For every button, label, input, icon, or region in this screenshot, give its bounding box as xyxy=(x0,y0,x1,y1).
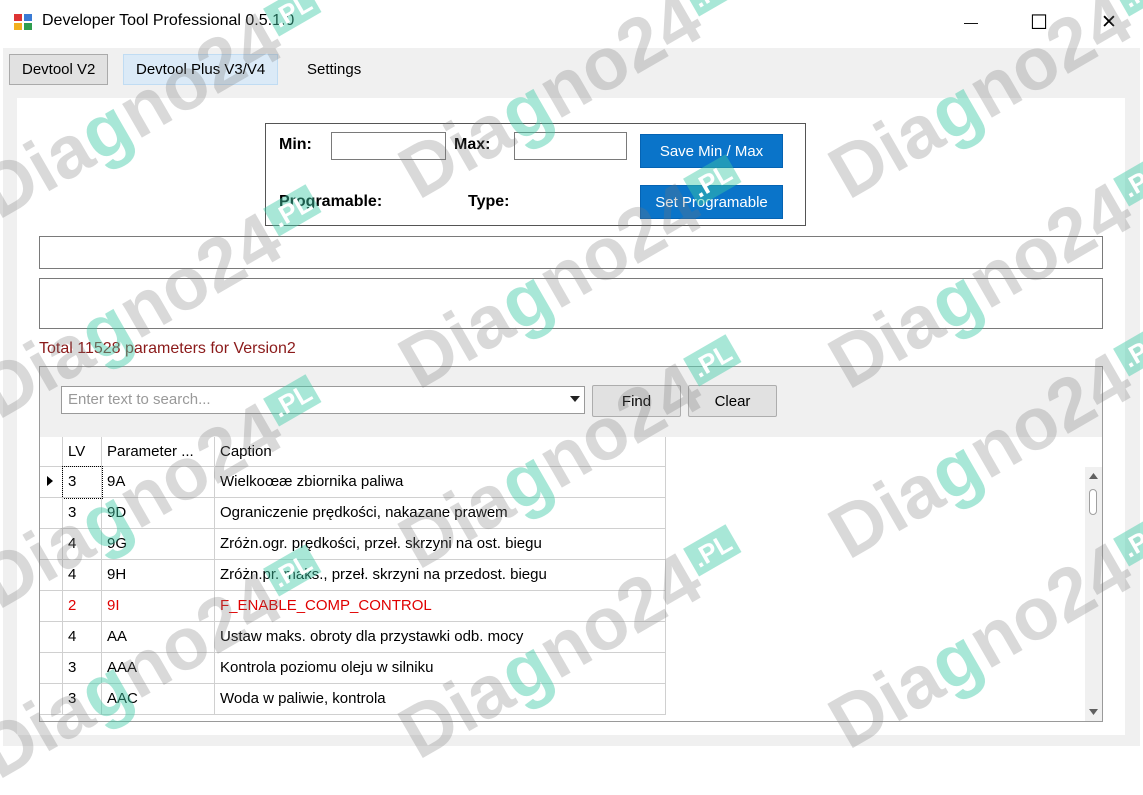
description-field[interactable] xyxy=(39,236,1103,269)
column-header-parameter[interactable]: Parameter ... xyxy=(102,437,215,467)
cell-lv[interactable]: 3 xyxy=(62,466,103,499)
maximize-icon: ☐ xyxy=(1030,11,1048,34)
cell-parameter[interactable]: 9A xyxy=(102,467,215,498)
cell-lv[interactable]: 3 xyxy=(63,684,102,715)
vertical-scrollbar[interactable] xyxy=(1085,467,1102,721)
tab-devtool-plus[interactable]: Devtool Plus V3/V4 xyxy=(123,54,279,85)
cell-caption[interactable]: F_ENABLE_COMP_CONTROL xyxy=(215,591,666,622)
clear-label: Clear xyxy=(714,392,751,410)
row-indicator[interactable] xyxy=(40,653,63,684)
tab-label: Devtool V2 xyxy=(22,61,96,78)
programable-label: Programable: xyxy=(279,193,383,210)
cell-lv[interactable]: 4 xyxy=(63,529,102,560)
cell-lv[interactable]: 4 xyxy=(63,560,102,591)
table-row[interactable]: 3 9D Ograniczenie prędkości, nakazane praw… xyxy=(40,498,666,529)
min-label: Min: xyxy=(279,136,312,153)
close-icon: ✕ xyxy=(1101,11,1117,33)
cell-caption[interactable]: Woda w paliwie, kontrola xyxy=(215,684,666,715)
cell-parameter[interactable]: AA xyxy=(102,622,215,653)
tab-label: Settings xyxy=(307,61,362,78)
cell-parameter[interactable]: 9D xyxy=(102,498,215,529)
scroll-up-icon[interactable] xyxy=(1089,473,1098,479)
table-row[interactable]: 3 9A Wielkoœæ zbiornika paliwa xyxy=(40,466,666,499)
find-label: Find xyxy=(621,392,652,410)
save-min-max-button[interactable]: Save Min / Max xyxy=(640,134,783,168)
cell-parameter[interactable]: 9I xyxy=(102,591,215,622)
cell-caption[interactable]: Zróżn.ogr. prędkości, przeł. skrzyni na … xyxy=(215,529,666,560)
row-indicator[interactable] xyxy=(40,467,63,498)
cell-parameter[interactable]: AAA xyxy=(102,653,215,684)
tab-devtool-v2[interactable]: Devtool V2 xyxy=(9,54,109,85)
tab-settings[interactable]: Settings xyxy=(295,54,373,85)
cell-caption[interactable]: Kontrola poziomu oleju w silniku xyxy=(215,653,666,684)
cell-parameter[interactable]: 9H xyxy=(102,560,215,591)
table-row[interactable]: 3 AAA Kontrola poziomu oleju w silniku xyxy=(40,653,666,684)
table-row[interactable]: 4 9H Zróżn.pr. maks., przeł. skrzyni na pr… xyxy=(40,560,666,591)
min-max-group: Min: Max: Save Min / Max Programable: Ty… xyxy=(265,123,806,226)
tab-strip: Devtool V2 Devtool Plus V3/V4 Settings xyxy=(3,48,1140,90)
max-label: Max: xyxy=(454,136,491,153)
save-min-max-label: Save Min / Max xyxy=(659,142,764,160)
search-input[interactable]: Enter text to search... xyxy=(61,386,585,414)
current-row-icon xyxy=(47,476,53,486)
row-indicator[interactable] xyxy=(40,591,63,622)
cell-caption[interactable]: Ograniczenie prędkości, nakazane prawem xyxy=(215,498,666,529)
cell-parameter[interactable]: 9G xyxy=(102,529,215,560)
column-header-caption[interactable]: Caption xyxy=(215,437,666,467)
minimize-button[interactable]: — xyxy=(948,0,994,44)
grid-table: LV Parameter ... Caption 3 9A Wielkoœæ zbi… xyxy=(40,437,1102,721)
parameter-grid: Enter text to search... Find Clear LV Pa… xyxy=(39,366,1103,722)
cell-lv[interactable]: 3 xyxy=(63,653,102,684)
chevron-down-icon[interactable] xyxy=(570,396,580,402)
row-indicator[interactable] xyxy=(40,529,63,560)
search-placeholder: Enter text to search... xyxy=(68,391,211,408)
cell-caption[interactable]: Zróżn.pr. maks., przeł. skrzyni na przed… xyxy=(215,560,666,591)
row-indicator[interactable] xyxy=(40,498,63,529)
cell-lv[interactable]: 4 xyxy=(63,622,102,653)
cell-parameter[interactable]: AAC xyxy=(102,684,215,715)
cell-caption[interactable]: Ustaw maks. obroty dla przystawki odb. m… xyxy=(215,622,666,653)
window-title: Developer Tool Professional 0.5.1.0 xyxy=(42,12,295,29)
min-input[interactable] xyxy=(331,132,446,160)
table-row[interactable]: 4 9G Zróżn.ogr. prędkości, przeł. skrzyni … xyxy=(40,529,666,560)
table-row[interactable]: 2 9I F_ENABLE_COMP_CONTROL xyxy=(40,591,666,622)
scroll-down-icon[interactable] xyxy=(1089,709,1098,715)
close-button[interactable]: ✕ xyxy=(1086,0,1132,44)
find-button[interactable]: Find xyxy=(592,385,681,417)
type-label: Type: xyxy=(468,193,510,210)
row-indicator-header xyxy=(40,437,63,467)
row-indicator[interactable] xyxy=(40,560,63,591)
column-header-lv[interactable]: LV xyxy=(63,437,102,467)
tab-label: Devtool Plus V3/V4 xyxy=(136,61,266,78)
title-bar: Developer Tool Professional 0.5.1.0 — ☐ … xyxy=(0,0,1143,44)
cell-caption[interactable]: Wielkoœæ zbiornika paliwa xyxy=(215,467,666,498)
set-programable-label: Set Programable xyxy=(655,193,768,211)
minimize-icon: — xyxy=(964,14,978,30)
row-indicator[interactable] xyxy=(40,622,63,653)
cell-lv[interactable]: 3 xyxy=(63,498,102,529)
scroll-thumb[interactable] xyxy=(1089,489,1097,515)
maximize-button[interactable]: ☐ xyxy=(1016,0,1062,44)
table-row[interactable]: 3 AAC Woda w paliwie, kontrola xyxy=(40,684,666,715)
parameter-count-label: Total 11528 parameters for Version2 xyxy=(39,340,296,357)
cell-lv[interactable]: 2 xyxy=(63,591,102,622)
row-indicator[interactable] xyxy=(40,684,63,715)
app-icon xyxy=(14,14,32,30)
set-programable-button[interactable]: Set Programable xyxy=(640,185,783,219)
table-row[interactable]: 4 AA Ustaw maks. obroty dla przystawki odb… xyxy=(40,622,666,653)
clear-button[interactable]: Clear xyxy=(688,385,777,417)
max-input[interactable] xyxy=(514,132,627,160)
details-field[interactable] xyxy=(39,278,1103,329)
